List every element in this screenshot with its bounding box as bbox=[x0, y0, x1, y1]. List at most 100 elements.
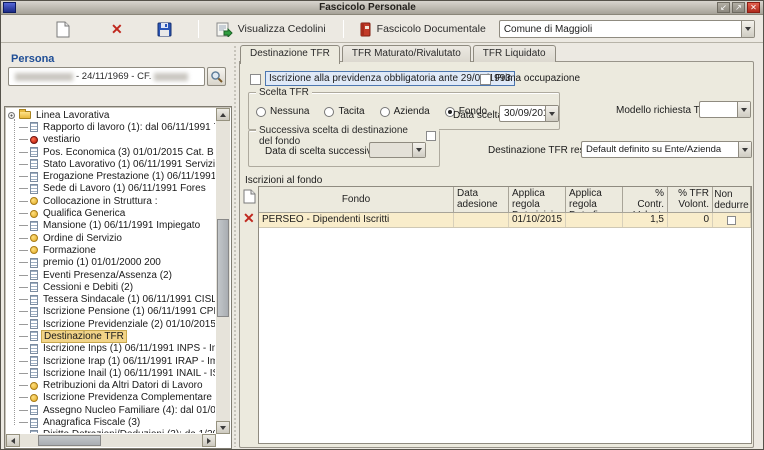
save-button[interactable] bbox=[157, 22, 172, 37]
tree-item[interactable]: Iscrizione Irap (1) 06/11/1991 IRAP - Im… bbox=[7, 355, 215, 367]
column-header[interactable]: % Contr. Volont. bbox=[623, 187, 668, 213]
close-button[interactable]: ✕ bbox=[747, 2, 760, 13]
tree-vertical-scrollbar[interactable] bbox=[216, 108, 230, 434]
tree-item[interactable]: Eventi Presenza/Assenza (2) bbox=[7, 269, 215, 281]
iscrizione-ante-label[interactable]: Iscrizione alla previdenza obbligatoria … bbox=[265, 71, 515, 86]
tree-item[interactable]: Diritto Detrazioni/Deduzioni (3): da 1/2… bbox=[7, 429, 215, 433]
tree-item[interactable]: vestiario bbox=[7, 134, 215, 146]
tree-item[interactable]: Iscrizione Previdenziale (2) 01/10/2015 … bbox=[7, 318, 215, 330]
destinazione-tfr-panel: Iscrizione alla previdenza obbligatoria … bbox=[239, 61, 754, 448]
chevron-down-icon[interactable] bbox=[741, 21, 754, 37]
tree-item[interactable]: Cessioni e Debiti (2) bbox=[7, 281, 215, 293]
visualizza-cedolini-button[interactable]: Visualizza Cedolini bbox=[213, 20, 329, 39]
tree-item[interactable]: Linea Lavorativa bbox=[7, 109, 215, 121]
tree-item[interactable]: Collocazione in Struttura : bbox=[7, 195, 215, 207]
chevron-down-icon[interactable] bbox=[737, 102, 750, 117]
tree-item[interactable]: Iscrizione Previdenza Complementare bbox=[7, 392, 215, 404]
scroll-right-button[interactable] bbox=[202, 434, 216, 447]
maximize-button[interactable]: ↗ bbox=[732, 2, 745, 13]
persona-search-button[interactable] bbox=[207, 67, 226, 86]
tree-item[interactable]: Retribuzioni da Altri Datori di Lavoro bbox=[7, 380, 215, 392]
tree-item[interactable]: Anagrafica Fiscale (3) bbox=[7, 416, 215, 428]
tree-item[interactable]: Tessera Sindacale (1) 06/11/1991 CISL bbox=[7, 293, 215, 305]
iscrizioni-fondo-table: FondoData adesioneApplica regola Data in… bbox=[258, 186, 752, 444]
cell-fondo[interactable]: PERSEO - Dipendenti Iscritti bbox=[259, 213, 454, 227]
persona-field[interactable]: - 24/11/1969 - CF. bbox=[8, 67, 205, 86]
chevron-down-icon[interactable] bbox=[545, 106, 558, 121]
scroll-thumb[interactable] bbox=[217, 219, 229, 317]
chevron-down-icon[interactable] bbox=[738, 142, 751, 157]
tree-item[interactable]: Erogazione Prestazione (1) 06/11/1991 Pa… bbox=[7, 170, 215, 182]
column-header[interactable]: Non dedurre bbox=[713, 187, 751, 213]
tree-item-label: Rapporto di lavoro (1): dal 06/11/1991 7… bbox=[41, 122, 215, 133]
tree-branch-line bbox=[19, 139, 28, 140]
tree-toggle-icon[interactable] bbox=[8, 112, 15, 119]
cell-data-adesione[interactable] bbox=[454, 213, 509, 227]
grid-new-row-button[interactable] bbox=[243, 189, 256, 209]
chevron-down-icon[interactable] bbox=[412, 143, 425, 157]
tree-branch-line bbox=[19, 127, 28, 128]
tree-horizontal-scrollbar[interactable] bbox=[6, 434, 216, 447]
panel-splitter[interactable] bbox=[233, 45, 238, 447]
tree-item-label: Iscrizione Inps (1) 06/11/1991 INPS - Im… bbox=[41, 343, 215, 354]
column-header[interactable]: Fondo bbox=[259, 187, 454, 213]
tree-item[interactable]: Sede di Lavoro (1) 06/11/1991 Fores bbox=[7, 183, 215, 195]
window-title: Fascicolo Personale bbox=[18, 2, 717, 13]
tree-branch-line bbox=[19, 201, 28, 202]
cell-data-fine[interactable] bbox=[566, 213, 623, 227]
successiva-checkbox[interactable] bbox=[426, 131, 436, 141]
toolbar-separator bbox=[343, 20, 344, 38]
column-header[interactable]: Applica regola Data fine bbox=[566, 187, 623, 213]
column-header[interactable]: % TFR Volont. bbox=[668, 187, 713, 213]
tree-item[interactable]: Assegno Nucleo Familiare (4): dal 01/07/… bbox=[7, 404, 215, 416]
yellow-dot-icon bbox=[30, 197, 38, 205]
cell-data-inizio[interactable]: 01/10/2015 bbox=[509, 213, 566, 227]
tree-item[interactable]: premio (1) 01/01/2000 200 bbox=[7, 257, 215, 269]
radio-tacita[interactable]: Tacita bbox=[324, 106, 364, 117]
radio-nessuna[interactable]: Nessuna bbox=[256, 106, 309, 117]
ente-combobox[interactable]: Comune di Maggioli bbox=[499, 20, 755, 38]
tree-item-label: Iscrizione Pensione (1) 06/11/1991 CPDEL… bbox=[41, 306, 215, 317]
data-scelta-combobox[interactable]: 30/09/2015 bbox=[499, 105, 559, 122]
tree-item[interactable]: Qualifica Generica bbox=[7, 207, 215, 219]
scroll-thumb[interactable] bbox=[38, 435, 101, 446]
tree-item[interactable]: Ordine di Servizio bbox=[7, 232, 215, 244]
title-bar[interactable]: Fascicolo Personale ↙ ↗ ✕ bbox=[1, 1, 763, 15]
iscrizione-ante-checkbox[interactable] bbox=[250, 74, 261, 85]
non-dedurre-checkbox[interactable] bbox=[727, 216, 736, 225]
tree-item-label: Iscrizione Irap (1) 06/11/1991 IRAP - Im… bbox=[41, 356, 215, 367]
minimize-button[interactable]: ↙ bbox=[717, 2, 730, 13]
table-row[interactable]: PERSEO - Dipendenti Iscritti 01/10/2015 … bbox=[259, 213, 751, 228]
tree-item[interactable]: Iscrizione Inps (1) 06/11/1991 INPS - Im… bbox=[7, 343, 215, 355]
modello-richiesta-combobox[interactable] bbox=[699, 101, 751, 118]
tree-item[interactable]: Formazione bbox=[7, 244, 215, 256]
delete-button[interactable]: ✕ bbox=[111, 22, 123, 36]
tab-tfr-liquidato[interactable]: TFR Liquidato bbox=[473, 45, 556, 62]
tree-item[interactable]: Destinazione TFR bbox=[7, 330, 215, 342]
column-header[interactable]: Applica regola Data inizio bbox=[509, 187, 566, 213]
cell-contr-volont[interactable]: 1,5 bbox=[623, 213, 668, 227]
tree-item[interactable]: Mansione (1) 06/11/1991 Impiegato bbox=[7, 220, 215, 232]
cell-tfr-volont[interactable]: 0 bbox=[668, 213, 713, 227]
scroll-down-button[interactable] bbox=[216, 421, 230, 434]
scroll-up-button[interactable] bbox=[216, 108, 230, 121]
tree-branch-line bbox=[19, 176, 28, 177]
prima-occupazione-checkbox[interactable] bbox=[480, 74, 491, 85]
destinazione-residuo-combobox[interactable]: Default definito su Ente/Azienda bbox=[581, 141, 752, 158]
new-button[interactable] bbox=[56, 21, 71, 38]
grid-delete-row-button[interactable]: ✕ bbox=[243, 211, 255, 225]
scroll-left-button[interactable] bbox=[6, 434, 20, 447]
tree-item[interactable]: Rapporto di lavoro (1): dal 06/11/1991 7… bbox=[7, 121, 215, 133]
tab-destinazione-tfr[interactable]: Destinazione TFR bbox=[240, 45, 340, 64]
column-header[interactable]: Data adesione bbox=[454, 187, 509, 213]
radio-azienda[interactable]: Azienda bbox=[380, 106, 430, 117]
fascicolo-documentale-button[interactable]: Fascicolo Documentale bbox=[356, 20, 489, 39]
document-icon bbox=[30, 344, 38, 354]
tree-item-label: Iscrizione Previdenziale (2) 01/10/2015 … bbox=[41, 319, 215, 330]
tab-tfr-maturato[interactable]: TFR Maturato/Rivalutato bbox=[342, 45, 471, 62]
tree-item[interactable]: Iscrizione Pensione (1) 06/11/1991 CPDEL… bbox=[7, 306, 215, 318]
tree-item[interactable]: Pos. Economica (3) 01/01/2015 Cat. B - P… bbox=[7, 146, 215, 158]
tree-item[interactable]: Stato Lavorativo (1) 06/11/1991 Servizio… bbox=[7, 158, 215, 170]
data-successiva-combobox[interactable] bbox=[369, 142, 426, 158]
tree-item[interactable]: Iscrizione Inail (1) 06/11/1991 INAIL - … bbox=[7, 367, 215, 379]
